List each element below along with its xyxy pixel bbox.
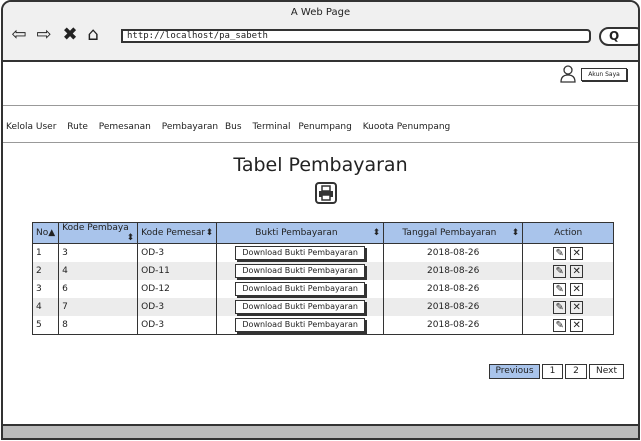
cell-action: ✎ ✕ bbox=[522, 298, 615, 316]
header-label: Kode Pembaya bbox=[62, 223, 129, 233]
menu-item-kuota-penumpang[interactable]: Kuoota Penumpang bbox=[363, 122, 451, 132]
column-header-kode-pemesanan[interactable]: Kode Pemesar ⬍ bbox=[137, 222, 218, 244]
cell-no: 5 bbox=[31, 316, 60, 335]
cell-kode-pemesanan: OD-11 bbox=[137, 262, 218, 280]
pagination-previous-button[interactable]: Previous bbox=[489, 364, 540, 379]
menu-item-bus[interactable]: Bus bbox=[225, 122, 242, 132]
cell-kode-pemesanan: OD-3 bbox=[137, 243, 218, 262]
edit-icon[interactable]: ✎ bbox=[553, 264, 567, 278]
cell-kode-pemesanan: OD-3 bbox=[137, 316, 218, 335]
edit-icon[interactable]: ✎ bbox=[553, 246, 567, 260]
cell-bukti: Download Bukti Pembayaran bbox=[216, 316, 385, 335]
window-title: A Web Page bbox=[290, 7, 351, 18]
edit-icon[interactable]: ✎ bbox=[553, 282, 567, 296]
column-header-action: Action bbox=[522, 222, 615, 244]
delete-icon[interactable]: ✕ bbox=[570, 318, 584, 332]
cell-kode-pemesanan: OD-12 bbox=[137, 280, 218, 298]
cell-action: ✎ ✕ bbox=[522, 243, 615, 262]
download-bukti-button[interactable]: Download Bukti Pembayaran bbox=[235, 264, 366, 278]
menu-item-penumpang[interactable]: Penumpang bbox=[298, 122, 351, 132]
table-row: 4 7 OD-3 Download Bukti Pembayaran 2018-… bbox=[31, 298, 615, 316]
header-label: Bukti Pembayaran bbox=[255, 228, 338, 238]
cell-tanggal: 2018-08-26 bbox=[383, 316, 524, 335]
menu-item-pemesanan[interactable]: Pemesanan bbox=[99, 122, 151, 132]
pagination-page-1[interactable]: 1 bbox=[542, 364, 563, 379]
cell-kode-pembayaran: 3 bbox=[58, 243, 139, 262]
download-bukti-button[interactable]: Download Bukti Pembayaran bbox=[235, 300, 366, 314]
pagination-page-2[interactable]: 2 bbox=[565, 364, 587, 379]
delete-icon[interactable]: ✕ bbox=[570, 300, 584, 314]
divider bbox=[3, 105, 638, 106]
cell-bukti: Download Bukti Pembayaran bbox=[216, 298, 385, 316]
user-icon[interactable] bbox=[560, 65, 576, 83]
edit-icon[interactable]: ✎ bbox=[553, 300, 567, 314]
page-title: Tabel Pembayaran bbox=[233, 154, 408, 176]
cell-tanggal: 2018-08-26 bbox=[383, 243, 524, 262]
cell-tanggal: 2018-08-26 bbox=[383, 262, 524, 280]
browser-titlebar: A Web Page ⇦ ⇨ ✖ ⌂ http://localhost/pa_s… bbox=[3, 2, 638, 62]
menu-item-kelola-user[interactable]: Kelola User bbox=[6, 122, 56, 132]
delete-icon[interactable]: ✕ bbox=[570, 282, 584, 296]
pagination-next-button[interactable]: Next bbox=[589, 364, 624, 379]
home-icon[interactable]: ⌂ bbox=[83, 25, 103, 45]
header-label: Kode Pemesar bbox=[141, 228, 206, 238]
cell-action: ✎ ✕ bbox=[522, 280, 615, 298]
cell-no: 2 bbox=[31, 262, 60, 280]
account-button[interactable]: Akun Saya bbox=[581, 68, 627, 81]
menu-item-terminal[interactable]: Terminal bbox=[252, 122, 290, 132]
url-bar[interactable]: http://localhost/pa_sabeth bbox=[121, 29, 591, 43]
browser-window: A Web Page ⇦ ⇨ ✖ ⌂ http://localhost/pa_s… bbox=[1, 0, 640, 440]
cell-kode-pembayaran: 4 bbox=[58, 262, 139, 280]
status-bar bbox=[3, 424, 638, 438]
search-icon[interactable]: Q bbox=[599, 27, 638, 46]
divider bbox=[3, 142, 638, 143]
download-bukti-button[interactable]: Download Bukti Pembayaran bbox=[235, 246, 366, 260]
printer-icon bbox=[319, 185, 333, 201]
cell-bukti: Download Bukti Pembayaran bbox=[216, 280, 385, 298]
cell-action: ✎ ✕ bbox=[522, 316, 615, 335]
payment-table: No▲ Kode Pembaya ⬍ Kode Pemesar ⬍ Bukti Pe… bbox=[31, 222, 615, 335]
header-label: Tanggal Pembayaran bbox=[402, 228, 497, 238]
cell-tanggal: 2018-08-26 bbox=[383, 298, 524, 316]
table-row: 5 8 OD-3 Download Bukti Pembayaran 2018-… bbox=[31, 316, 615, 335]
download-bukti-button[interactable]: Download Bukti Pembayaran bbox=[235, 282, 366, 296]
cell-bukti: Download Bukti Pembayaran bbox=[216, 262, 385, 280]
sort-icon[interactable]: ⬍ bbox=[512, 228, 520, 238]
cell-no: 3 bbox=[31, 280, 60, 298]
column-header-kode-pembayaran[interactable]: Kode Pembaya ⬍ bbox=[58, 222, 139, 244]
main-menu: Kelola User Rute Pemesanan Pembayaran Bu… bbox=[6, 122, 458, 132]
cell-tanggal: 2018-08-26 bbox=[383, 280, 524, 298]
menu-item-pembayaran[interactable]: Pembayaran bbox=[162, 122, 218, 132]
cell-kode-pembayaran: 6 bbox=[58, 280, 139, 298]
delete-icon[interactable]: ✕ bbox=[570, 264, 584, 278]
header-label: No bbox=[36, 228, 49, 238]
column-header-tanggal-pembayaran[interactable]: Tanggal Pembayaran ⬍ bbox=[383, 222, 524, 244]
cell-kode-pemesanan: OD-3 bbox=[137, 298, 218, 316]
column-header-no[interactable]: No▲ bbox=[31, 222, 60, 244]
cell-bukti: Download Bukti Pembayaran bbox=[216, 243, 385, 262]
cell-kode-pembayaran: 7 bbox=[58, 298, 139, 316]
sort-asc-icon[interactable]: ▲ bbox=[48, 228, 55, 238]
sort-icon[interactable]: ⬍ bbox=[127, 233, 135, 243]
cell-kode-pembayaran: 8 bbox=[58, 316, 139, 335]
cell-action: ✎ ✕ bbox=[522, 262, 615, 280]
stop-icon[interactable]: ✖ bbox=[60, 25, 80, 45]
forward-icon[interactable]: ⇨ bbox=[34, 25, 54, 45]
sort-icon[interactable]: ⬍ bbox=[206, 228, 214, 238]
cell-no: 4 bbox=[31, 298, 60, 316]
edit-icon[interactable]: ✎ bbox=[553, 318, 567, 332]
delete-icon[interactable]: ✕ bbox=[570, 246, 584, 260]
back-icon[interactable]: ⇦ bbox=[9, 25, 29, 45]
sort-icon[interactable]: ⬍ bbox=[373, 228, 381, 238]
column-header-bukti-pembayaran[interactable]: Bukti Pembayaran ⬍ bbox=[216, 222, 385, 244]
menu-item-rute[interactable]: Rute bbox=[67, 122, 88, 132]
cell-no: 1 bbox=[31, 243, 60, 262]
table-row: 2 4 OD-11 Download Bukti Pembayaran 2018… bbox=[31, 262, 615, 280]
print-button[interactable] bbox=[315, 182, 337, 204]
table-row: 3 6 OD-12 Download Bukti Pembayaran 2018… bbox=[31, 280, 615, 298]
table-row: 1 3 OD-3 Download Bukti Pembayaran 2018-… bbox=[31, 243, 615, 262]
table-header-row: No▲ Kode Pembaya ⬍ Kode Pemesar ⬍ Bukti Pe… bbox=[31, 222, 615, 244]
download-bukti-button[interactable]: Download Bukti Pembayaran bbox=[235, 318, 366, 332]
